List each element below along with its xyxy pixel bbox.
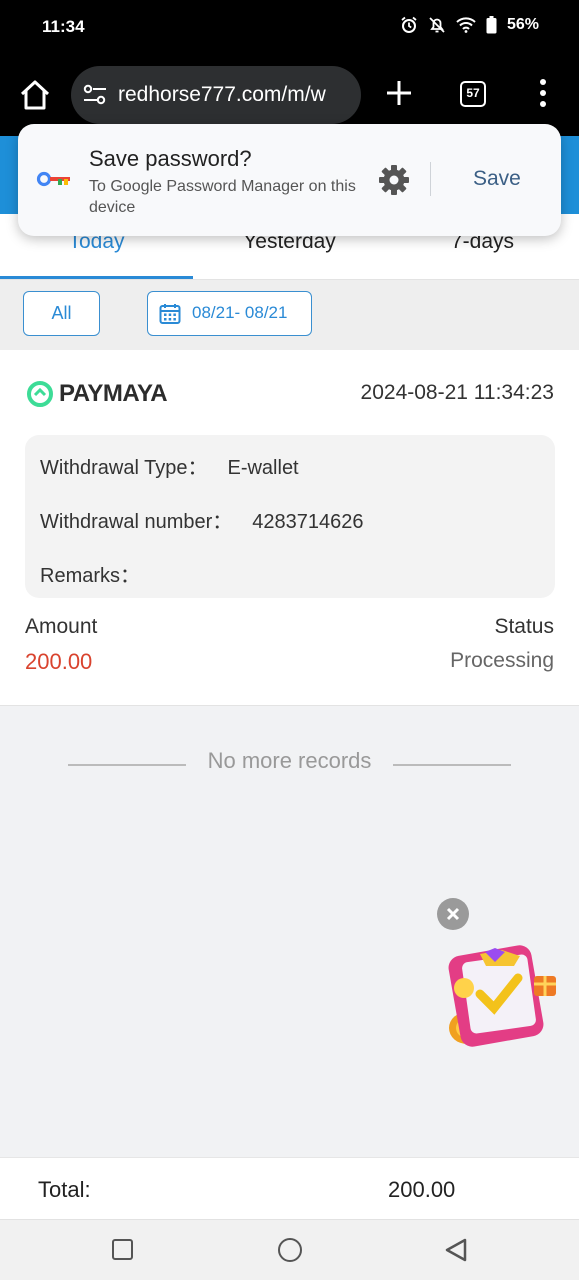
withdrawal-record: PAYMAYA 2024-08-21 11:34:23 Withdrawal T…	[0, 350, 579, 706]
withdrawal-type-value: E-wallet	[227, 457, 299, 479]
filter-all-button[interactable]: All	[23, 291, 100, 336]
withdrawal-number-row: Withdrawal number： 4283714626	[40, 505, 364, 534]
status-label: Status	[494, 615, 554, 638]
more-menu-icon[interactable]	[536, 78, 550, 108]
save-password-title: Save password?	[89, 146, 252, 171]
amount-value: 200.00	[25, 649, 93, 674]
new-tab-icon[interactable]	[384, 78, 414, 108]
remarks-row: Remarks：	[40, 559, 160, 588]
paymaya-logo-icon	[27, 381, 53, 407]
status-icons: 56%	[400, 16, 539, 34]
active-tab-indicator	[0, 276, 193, 279]
home-nav-icon[interactable]	[278, 1238, 302, 1262]
battery-percent: 56%	[506, 16, 539, 33]
calendar-icon	[159, 304, 181, 324]
notifications-off-icon	[429, 17, 445, 33]
total-value: 200.00	[388, 1177, 456, 1202]
address-bar[interactable]: redhorse777.com/m/w	[71, 66, 361, 124]
amount-label: Amount	[25, 615, 98, 638]
filter-row: All 08/21- 08/21	[0, 280, 579, 350]
withdrawal-type-row: Withdrawal Type： E-wallet	[40, 451, 299, 480]
end-of-list: No more records	[0, 748, 579, 774]
save-password-subtitle: To Google Password Manager on this devic…	[89, 178, 356, 216]
total-bar: Total: 200.00	[0, 1157, 579, 1219]
status-bar: 11:34 56%	[0, 0, 579, 54]
remarks-label: Remarks：	[40, 565, 141, 587]
provider-name: PAYMAYA	[59, 380, 168, 407]
status-value: Processing	[450, 649, 554, 672]
tab-switcher-button[interactable]: 57	[460, 81, 486, 107]
wifi-icon	[456, 17, 476, 33]
battery-icon	[486, 16, 497, 34]
site-settings-icon[interactable]	[83, 84, 107, 106]
record-details: Withdrawal Type： E-wallet Withdrawal numb…	[25, 435, 555, 598]
gear-icon[interactable]	[378, 164, 410, 196]
record-datetime: 2024-08-21 11:34:23	[360, 381, 554, 404]
url-text: redhorse777.com/m/w	[118, 83, 326, 106]
system-nav-bar	[0, 1219, 579, 1280]
promo-gift-icon[interactable]	[440, 936, 560, 1056]
recent-apps-icon[interactable]	[112, 1239, 133, 1260]
close-icon	[446, 907, 460, 921]
withdrawal-number-label: Withdrawal number：	[40, 511, 233, 533]
divider-line	[393, 764, 511, 766]
save-password-dialog: Save password? To Google Password Manage…	[18, 124, 561, 236]
provider-logo: PAYMAYA	[27, 380, 168, 408]
password-key-icon	[36, 171, 70, 187]
date-range-text: 08/21- 08/21	[192, 303, 288, 322]
alarm-icon	[401, 16, 417, 33]
back-icon[interactable]	[444, 1237, 468, 1263]
withdrawal-type-label: Withdrawal Type：	[40, 457, 208, 479]
date-range-button[interactable]: 08/21- 08/21	[147, 291, 312, 336]
status-time: 11:34	[42, 17, 85, 36]
total-label: Total:	[38, 1177, 91, 1202]
divider	[430, 162, 431, 196]
divider-line	[68, 764, 186, 766]
save-password-button[interactable]: Save	[473, 167, 521, 191]
home-icon[interactable]	[18, 78, 52, 112]
no-more-records-text: No more records	[207, 748, 372, 773]
close-promo-button[interactable]	[437, 898, 469, 930]
withdrawal-number-value: 4283714626	[252, 511, 364, 533]
